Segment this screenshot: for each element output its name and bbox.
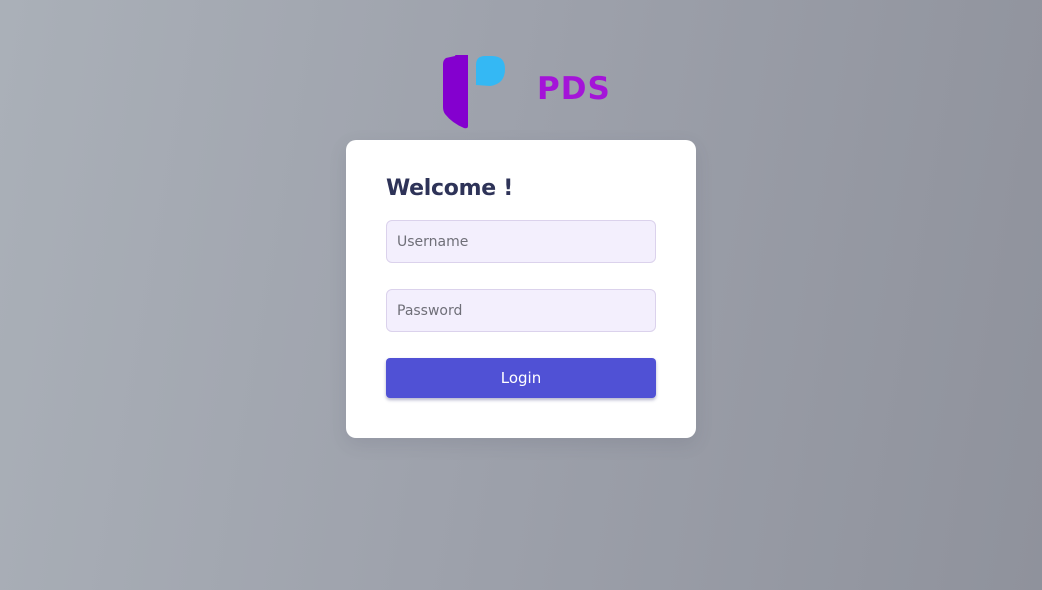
pds-logo-icon [443, 55, 505, 129]
login-card: Welcome ! Login [346, 140, 696, 438]
password-input[interactable] [386, 289, 656, 332]
welcome-heading: Welcome ! [386, 176, 513, 201]
login-button[interactable]: Login [386, 358, 656, 398]
brand-name: PDS [537, 71, 611, 107]
username-input[interactable] [386, 220, 656, 263]
brand-logo: PDS [442, 54, 612, 130]
